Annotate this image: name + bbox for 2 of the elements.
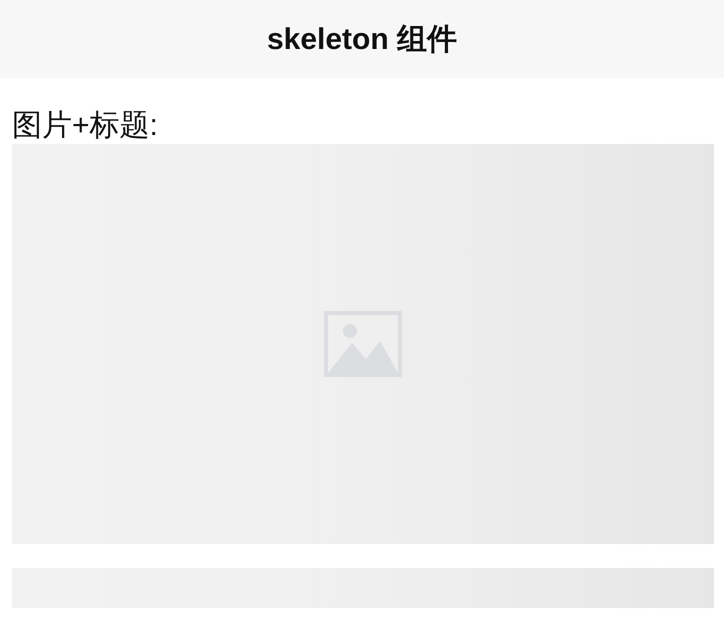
page-title: skeleton 组件 [266, 22, 458, 58]
section-label: 图片+标题: [11, 108, 159, 144]
